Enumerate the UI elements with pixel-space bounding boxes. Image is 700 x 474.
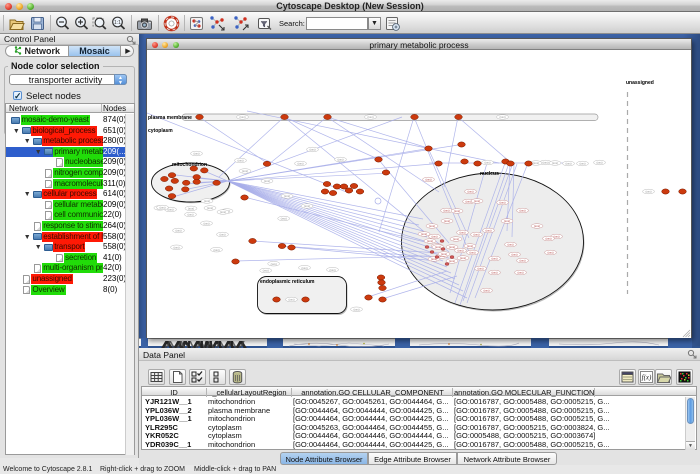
svg-text:(xxx): (xxx) [203, 222, 209, 226]
svg-text:(xxx): (xxx) [242, 169, 248, 173]
svg-text:(xxx): (xxx) [519, 209, 525, 213]
svg-text:(xxx): (xxx) [596, 161, 602, 165]
svg-text:(xxx): (xxx) [491, 257, 497, 261]
svg-text:(xxx): (xxx) [483, 289, 489, 293]
svg-text:(xxx): (xxx) [473, 233, 479, 237]
svg-text:(xxx): (xxx) [519, 259, 525, 263]
svg-text:(xxx): (xxx) [454, 209, 460, 213]
svg-text:(xxx): (xxx) [204, 199, 210, 203]
svg-text:(xxx): (xxx) [547, 251, 553, 255]
svg-text:(xxx): (xxx) [337, 158, 343, 162]
svg-text:(xxx): (xxx) [499, 115, 505, 119]
svg-text:(xxx): (xxx) [645, 190, 651, 194]
svg-text:(xxx): (xxx) [507, 243, 513, 247]
svg-text:nucleus: nucleus [480, 171, 499, 177]
svg-text:(xxx): (xxx) [353, 308, 359, 312]
svg-text:(xxx): (xxx) [429, 224, 435, 228]
svg-text:(xxx): (xxx) [193, 152, 199, 156]
svg-text:(xxx): (xxx) [188, 207, 194, 211]
svg-text:(xxx): (xxx) [304, 204, 310, 208]
svg-text:(xxx): (xxx) [499, 201, 505, 205]
svg-text:(xxx): (xxx) [534, 224, 540, 228]
svg-text:(xxx): (xxx) [484, 161, 490, 165]
svg-text:(xxx): (xxx) [219, 233, 225, 237]
svg-text:(xxx): (xxx) [421, 232, 427, 236]
svg-text:f(x): f(x) [642, 374, 652, 382]
svg-text:(xxx): (xxx) [477, 267, 483, 271]
svg-text:(xxx): (xxx) [565, 162, 571, 166]
svg-text:(xxx): (xxx) [552, 161, 558, 165]
svg-text:(xxx): (xxx) [187, 213, 193, 217]
svg-text:(xxx): (xxx) [264, 179, 270, 183]
svg-text:endoplasmic reticulum: endoplasmic reticulum [260, 279, 315, 285]
svg-text:(xxx): (xxx) [425, 178, 431, 182]
svg-text:1:1: 1:1 [114, 20, 121, 26]
svg-text:(xxx): (xxx) [469, 251, 475, 255]
svg-text:unassigned: unassigned [626, 80, 654, 86]
svg-text:(xxx): (xxx) [329, 268, 335, 272]
svg-text:(xxx): (xxx) [435, 245, 441, 249]
svg-text:(xxx): (xxx) [297, 162, 303, 166]
svg-text:mitochondrion: mitochondrion [172, 162, 207, 168]
svg-text:(xxx): (xxx) [474, 199, 480, 203]
svg-text:(xxx): (xxx) [281, 217, 287, 221]
svg-text:(xxx): (xxx) [449, 259, 455, 263]
svg-text:(xxx): (xxx) [457, 249, 463, 253]
svg-text:(xxx): (xxx) [533, 161, 539, 165]
svg-text:(xxx): (xxx) [239, 115, 245, 119]
svg-text:(xxx): (xxx) [517, 271, 523, 275]
svg-text:(xxx): (xxx) [159, 206, 165, 210]
svg-text:(xxx): (xxx) [431, 235, 437, 239]
svg-text:(xxx): (xxx) [465, 200, 471, 204]
svg-text:(xxx): (xxx) [271, 262, 277, 266]
svg-text:(xxx): (xxx) [427, 239, 433, 243]
svg-text:(xxx): (xxx) [367, 115, 373, 119]
svg-text:(xxx): (xxx) [545, 237, 551, 241]
svg-text:(xxx): (xxx) [460, 256, 466, 260]
svg-text:(xxx): (xxx) [220, 210, 226, 214]
svg-text:plasma membrane: plasma membrane [148, 115, 192, 121]
svg-text:(xxx): (xxx) [467, 244, 473, 248]
svg-text:(xxx): (xxx) [173, 246, 179, 250]
svg-text:(xxx): (xxx) [213, 248, 219, 252]
svg-text:(xxx): (xxx) [467, 190, 473, 194]
svg-text:(xxx): (xxx) [491, 271, 497, 275]
svg-text:(xxx): (xxx) [453, 237, 459, 241]
svg-text:cytoplasm: cytoplasm [148, 128, 173, 134]
svg-text:(xxx): (xxx) [309, 148, 315, 152]
svg-text:(xxx): (xxx) [542, 161, 548, 165]
svg-text:(xxx): (xxx) [504, 219, 510, 223]
svg-text:(xxx): (xxx) [449, 245, 455, 249]
svg-text:(xxx): (xxx) [511, 253, 517, 257]
svg-text:(xxx): (xxx) [443, 209, 449, 213]
svg-text:(xxx): (xxx) [284, 194, 290, 198]
svg-text:(xxx): (xxx) [237, 159, 243, 163]
svg-text:(xxx): (xxx) [263, 269, 269, 273]
svg-text:(xxx): (xxx) [459, 231, 465, 235]
svg-text:(xxx): (xxx) [485, 229, 491, 233]
svg-text:(xxx): (xxx) [288, 298, 294, 302]
svg-text:(xxx): (xxx) [579, 162, 585, 166]
svg-text:(xxx): (xxx) [444, 219, 450, 223]
svg-text:(xxx): (xxx) [441, 252, 447, 256]
svg-text:(xxx): (xxx) [175, 229, 181, 233]
svg-text:(xxx): (xxx) [301, 266, 307, 270]
svg-text:(xxx): (xxx) [207, 206, 213, 210]
